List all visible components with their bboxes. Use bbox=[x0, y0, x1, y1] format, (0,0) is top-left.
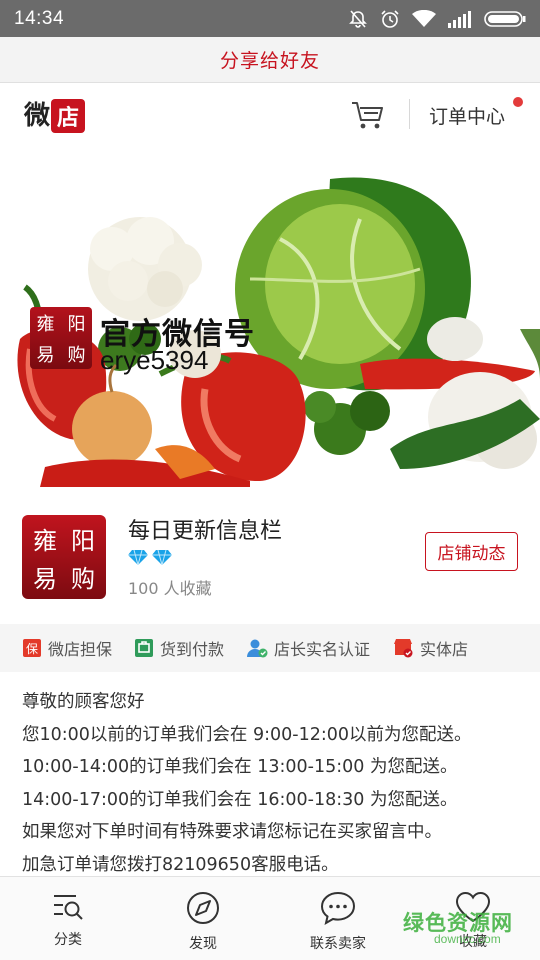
notice-line: 尊敬的顾客您好 bbox=[22, 692, 145, 712]
notice-line: 10:00-14:00的订单我们会在 13:00-15:00 为您配送。 bbox=[22, 757, 458, 778]
guarantee-label: 店长实名认证 bbox=[274, 640, 371, 659]
avatar-char: 雍 bbox=[33, 526, 57, 555]
avatar-char: 阳 bbox=[71, 526, 95, 555]
store-icon bbox=[392, 638, 414, 658]
badge-char: 购 bbox=[67, 344, 86, 366]
banner-shop-logo: 雍 阳 易 购 bbox=[30, 307, 92, 369]
shop-avatar[interactable]: 雍 阳 易 购 bbox=[22, 515, 106, 599]
notice-line: 您10:00以前的订单我们会在 9:00-12:00以前为您配送。 bbox=[22, 724, 472, 745]
guarantee-item: 店长实名认证 bbox=[246, 636, 370, 660]
chat-icon bbox=[320, 891, 356, 929]
shop-rating-diamonds bbox=[128, 549, 172, 569]
shield-icon: 保 bbox=[22, 638, 42, 658]
guarantee-label: 微店担保 bbox=[48, 640, 113, 659]
shop-info: 雍 阳 易 购 每日更新信息栏 100 人收藏 店铺动态 bbox=[0, 487, 540, 624]
avatar-char: 购 bbox=[71, 564, 95, 593]
discover-icon bbox=[186, 891, 220, 929]
mute-icon bbox=[348, 9, 368, 29]
header-divider bbox=[409, 99, 410, 129]
shop-notice: 尊敬的顾客您好 您10:00以前的订单我们会在 9:00-12:00以前为您配送… bbox=[22, 686, 532, 882]
cod-icon bbox=[134, 638, 154, 658]
notification-dot bbox=[513, 97, 523, 107]
badge-char: 雍 bbox=[36, 313, 55, 335]
shop-name: 每日更新信息栏 bbox=[128, 519, 283, 544]
notice-line: 如果您对下单时间有特殊要求请您标记在买家留言中。 bbox=[22, 822, 442, 843]
guarantee-item: 实体店 bbox=[392, 636, 468, 660]
nav-contact-seller[interactable]: 联系卖家 bbox=[293, 877, 383, 960]
share-to-friends-button[interactable]: 分享给好友 bbox=[220, 46, 320, 73]
signal-icon bbox=[448, 10, 472, 28]
wifi-icon bbox=[412, 9, 436, 28]
svg-text:保: 保 bbox=[26, 642, 38, 656]
status-time: 14:34 bbox=[14, 7, 65, 29]
shop-header: 微 店 订单中心 bbox=[0, 83, 540, 149]
nav-label: 发现 bbox=[189, 936, 217, 952]
nav-label: 联系卖家 bbox=[310, 936, 366, 952]
diamond-icon bbox=[128, 549, 148, 569]
guarantee-label: 实体店 bbox=[420, 640, 469, 659]
logo-text-dian: 店 bbox=[51, 99, 86, 133]
share-bar[interactable]: 分享给好友 bbox=[0, 37, 540, 83]
nav-category[interactable]: 分类 bbox=[23, 877, 113, 960]
diamond-icon bbox=[152, 549, 172, 569]
category-icon bbox=[51, 891, 85, 925]
badge-char: 易 bbox=[36, 344, 55, 366]
alarm-icon bbox=[380, 9, 400, 29]
shop-news-button[interactable]: 店铺动态 bbox=[425, 532, 518, 571]
nav-label: 分类 bbox=[54, 932, 82, 948]
logo-text-wei: 微 bbox=[24, 101, 51, 131]
watermark-url: downcc.com bbox=[434, 932, 501, 946]
order-center-link[interactable]: 订单中心 bbox=[429, 102, 505, 129]
status-icons bbox=[348, 9, 526, 29]
shop-banner[interactable]: 雍 阳 易 购 官方微信号 erye5394 bbox=[0, 149, 540, 487]
notice-line: 14:00-17:00的订单我们会在 16:00-18:30 为您配送。 bbox=[22, 789, 458, 810]
status-bar: 14:34 bbox=[0, 0, 540, 37]
weidian-logo: 微 店 bbox=[24, 99, 86, 133]
battery-icon bbox=[484, 10, 526, 28]
avatar-char: 易 bbox=[33, 564, 57, 593]
guarantee-item: 保 微店担保 bbox=[22, 636, 112, 660]
badge-char: 阳 bbox=[67, 313, 86, 335]
nav-discover[interactable]: 发现 bbox=[158, 877, 248, 960]
guarantee-bar: 保 微店担保 货到付款 店长实名认证 实体店 bbox=[0, 624, 540, 672]
guarantee-item: 货到付款 bbox=[134, 636, 224, 660]
guarantee-label: 货到付款 bbox=[160, 640, 225, 659]
verified-user-icon bbox=[246, 638, 268, 658]
favorites-count: 100 人收藏 bbox=[128, 579, 212, 598]
banner-wechat-id: erye5394 bbox=[100, 345, 209, 375]
cart-icon[interactable] bbox=[351, 100, 385, 134]
